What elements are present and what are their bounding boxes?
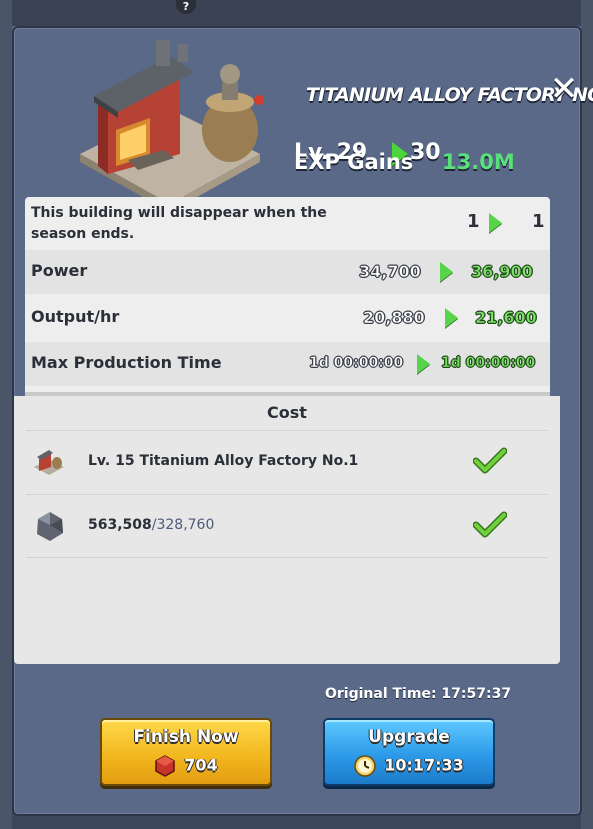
checkmark-icon <box>473 511 507 538</box>
stat-row-output: Output/hr 20,880 21,600 <box>25 296 550 340</box>
upgrade-label: Upgrade <box>368 727 450 747</box>
output-arrow-icon <box>445 308 458 328</box>
upgrade-dialog: TITANIUM ALLOY FACTORY NO.2 ✕ Lv. 29 30 … <box>12 26 593 816</box>
cost-section: Cost Lv. 15 Titanium Alloy Factory No.1 <box>14 396 560 664</box>
upgrade-button[interactable]: Upgrade 10:17:33 <box>323 718 495 786</box>
resource-need: /328,760 <box>151 517 215 533</box>
cost-item-resource: 563,508/328,760 <box>26 495 548 557</box>
original-time: Original Time: 17:57:37 <box>325 686 512 702</box>
season-from: 1 <box>467 211 480 232</box>
output-from: 20,880 <box>363 308 425 328</box>
building-image <box>80 40 264 212</box>
power-arrow-icon <box>440 262 453 282</box>
exp-label: EXP Gains <box>294 150 414 174</box>
maxtime-from: 1d 00:00:00 <box>309 355 404 372</box>
stat-row-maxtime: Max Production Time 1d 00:00:00 1d 00:00… <box>25 342 550 386</box>
upgrade-time: 10:17:33 <box>325 755 493 777</box>
resource-have: 563,508 <box>88 517 152 533</box>
titanium-ore-icon <box>37 512 63 541</box>
clock-icon <box>354 755 376 777</box>
cost-resource-amount: 563,508/328,760 <box>88 517 214 533</box>
left-backdrop-edge <box>0 0 12 829</box>
cost-item-building: Lv. 15 Titanium Alloy Factory No.1 <box>26 431 548 493</box>
stat-row-power: Power 34,700 36,900 <box>25 250 550 294</box>
season-note: This building will disappear when the se… <box>31 205 327 242</box>
power-label: Power <box>31 261 88 280</box>
checkmark-icon <box>473 447 507 474</box>
finish-now-label: Finish Now <box>133 727 239 747</box>
top-hud-strip <box>0 0 593 26</box>
close-icon: ✕ <box>549 69 579 109</box>
maxtime-label: Max Production Time <box>31 353 222 372</box>
level-to: 30 <box>410 140 441 165</box>
exp-value: 13.0M <box>442 150 515 174</box>
power-to: 36,900 <box>471 262 533 282</box>
finish-now-button[interactable]: Finish Now 704 <box>100 718 272 786</box>
maxtime-arrow-icon <box>417 354 430 374</box>
stat-row-season: This building will disappear when the se… <box>25 197 550 247</box>
output-label: Output/hr <box>31 307 120 326</box>
season-to: 1 <box>532 211 545 232</box>
finish-cost: 704 <box>102 755 270 777</box>
close-button[interactable]: ✕ <box>545 70 583 108</box>
right-backdrop-edge <box>581 0 593 829</box>
stats-table: This building will disappear when the se… <box>25 197 550 397</box>
cost-item-building-label: Lv. 15 Titanium Alloy Factory No.1 <box>88 453 359 469</box>
gem-icon <box>155 755 176 777</box>
cost-header: Cost <box>267 403 307 422</box>
season-arrow-icon <box>489 213 502 233</box>
maxtime-to: 1d 00:00:00 <box>441 355 536 372</box>
cost-separator <box>26 557 548 558</box>
output-to: 21,600 <box>475 308 537 328</box>
factory-icon <box>34 450 64 475</box>
dialog-title: TITANIUM ALLOY FACTORY NO.2 <box>306 84 593 106</box>
power-from: 34,700 <box>359 262 421 282</box>
